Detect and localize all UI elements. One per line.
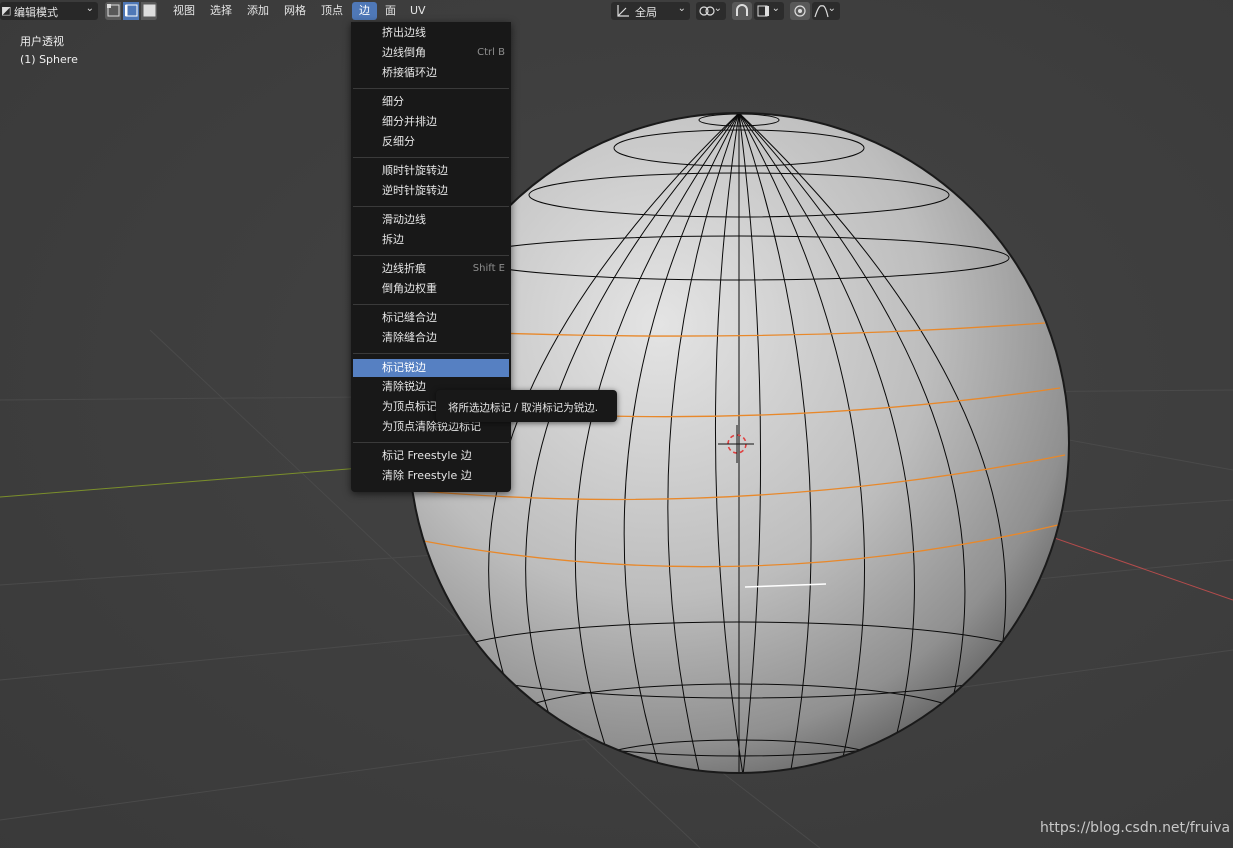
edge-select-mode-button[interactable] [123,2,140,20]
menu-select[interactable]: 选择 [205,2,237,20]
snap-target-icon [757,5,769,17]
menu-face[interactable]: 面 [380,2,401,20]
menu-item-edge-bevel-weight[interactable]: 倒角边权重 [353,280,509,298]
chevron-down-icon: ⌄ [771,3,780,14]
menu-item-label: 标记锐边 [382,361,426,374]
chevron-down-icon: ⌄ [677,3,686,14]
pivot-point-select[interactable]: ⌄ [696,2,726,20]
menu-item-label: 倒角边权重 [382,282,437,295]
menu-item-clear-seam[interactable]: 清除缝合边 [353,329,509,347]
menu-item-label: 标记 Freestyle 边 [382,449,472,462]
menu-edge[interactable]: 边 [352,2,377,20]
menu-item-label: 桥接循环边 [382,66,437,79]
menu-separator [353,157,509,158]
shortcut-label: Shift E [472,263,505,274]
menu-item-label: 逆时针旋转边 [382,184,448,197]
menu-separator [353,88,509,89]
menu-item-bridge-edge-loops[interactable]: 桥接循环边 [353,64,509,82]
proportional-editing-icon [794,5,806,17]
menu-item-label: 细分 [382,95,404,108]
menu-item-label: 细分并排边 [382,115,437,128]
menu-item-rotate-edge-cw[interactable]: 顺时针旋转边 [353,162,509,180]
viewport-header: ◩ 编辑模式 ⌄ 视图 选择 添加 网格 顶点 边 面 UV 全局 ⌄ ⌄ ⌄ … [0,0,1233,22]
view-name-label: 用户透视 [20,35,64,48]
menu-item-mark-freestyle-edge[interactable]: 标记 Freestyle 边 [353,447,509,465]
edit-mode-icon: ◩ [1,4,12,17]
tooltip-text: 将所选边标记 / 取消标记为锐边. [448,402,599,414]
transform-orientation-label: 全局 [635,6,657,19]
transform-orientation-icon [617,5,629,17]
shortcut-label: Ctrl B [477,47,505,58]
tooltip: 将所选边标记 / 取消标记为锐边. [436,390,617,422]
face-select-mode-button[interactable] [141,2,158,20]
menu-item-subdivide-edge-ring[interactable]: 细分并排边 [353,113,509,131]
proportional-falloff-select[interactable]: ⌄ [812,2,840,20]
menu-item-label: 边线倒角 [382,46,426,59]
transform-orientation-select[interactable]: 全局 ⌄ [611,2,690,20]
menu-item-label: 清除锐边 [382,380,426,393]
vertex-select-icon [107,4,120,17]
object-name-label: (1) Sphere [20,53,78,66]
menu-uv[interactable]: UV [405,2,431,20]
menu-item-clear-freestyle-edge[interactable]: 清除 Freestyle 边 [353,467,509,485]
snap-toggle[interactable] [732,2,752,20]
edge-select-icon [125,4,138,17]
mode-label: 编辑模式 [14,6,58,19]
3d-viewport[interactable]: 用户透视 (1) Sphere https://blog.csdn.net/fr… [0,0,1233,848]
menu-separator [353,353,509,354]
magnet-icon [736,4,748,16]
snap-target-select[interactable]: ⌄ [754,2,784,20]
watermark: https://blog.csdn.net/fruiva [1040,820,1231,836]
menu-item-rotate-edge-ccw[interactable]: 逆时针旋转边 [353,182,509,200]
chevron-down-icon: ⌄ [827,3,836,14]
menu-add[interactable]: 添加 [242,2,274,20]
menu-item-label: 清除缝合边 [382,331,437,344]
menu-item-extrude-edges[interactable]: 挤出边线 [353,24,509,42]
chevron-down-icon: ⌄ [713,3,722,14]
link-icon [699,6,715,16]
menu-item-un-subdivide[interactable]: 反细分 [353,133,509,151]
viewport-scene[interactable] [0,0,1233,848]
menu-separator [353,255,509,256]
menu-item-label: 滑动边线 [382,213,426,226]
menu-item-bevel-edges[interactable]: 边线倒角 Ctrl B [353,44,509,62]
menu-item-mark-sharp[interactable]: 标记锐边 [353,359,509,377]
proportional-editing-toggle[interactable] [790,2,810,20]
menu-item-label: 边线折痕 [382,262,426,275]
menu-item-label: 标记缝合边 [382,311,437,324]
menu-view[interactable]: 视图 [168,2,200,20]
menu-separator [353,304,509,305]
menu-item-edge-crease[interactable]: 边线折痕 Shift E [353,260,509,278]
vertex-select-mode-button[interactable] [105,2,122,20]
menu-item-label: 挤出边线 [382,26,426,39]
menu-vertex[interactable]: 顶点 [316,2,348,20]
menu-item-edge-slide[interactable]: 滑动边线 [353,211,509,229]
menu-item-subdivide[interactable]: 细分 [353,93,509,111]
menu-item-label: 顺时针旋转边 [382,164,448,177]
menu-item-edge-split[interactable]: 拆边 [353,231,509,249]
menu-separator [353,442,509,443]
menu-mesh[interactable]: 网格 [279,2,311,20]
menu-item-label: 清除 Freestyle 边 [382,469,472,482]
menu-item-label: 拆边 [382,233,404,246]
face-select-icon [143,4,156,17]
menu-separator [353,206,509,207]
chevron-down-icon: ⌄ [85,3,94,14]
menu-item-mark-seam[interactable]: 标记缝合边 [353,309,509,327]
menu-item-label: 反细分 [382,135,415,148]
mode-select[interactable]: ◩ 编辑模式 ⌄ [0,2,98,20]
